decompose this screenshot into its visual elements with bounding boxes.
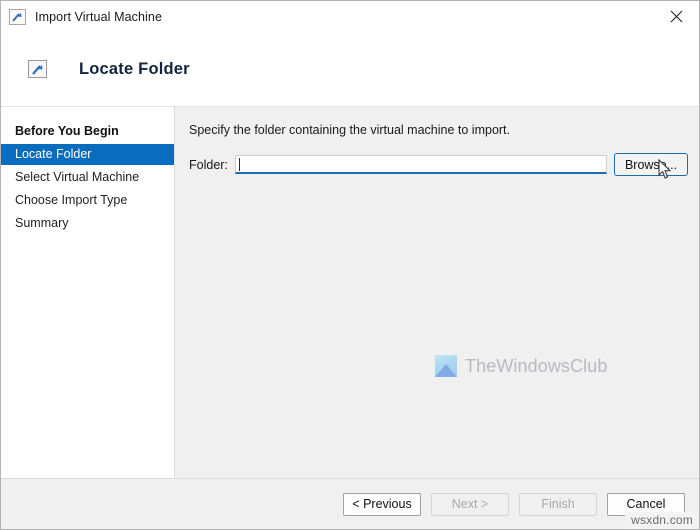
watermark-label: TheWindowsClub: [465, 355, 608, 376]
cancel-button[interactable]: Cancel: [607, 492, 685, 516]
sidebar-item-choose-import-type[interactable]: Choose Import Type: [1, 190, 174, 211]
close-glyph: [670, 10, 683, 23]
import-arrow-icon: [9, 8, 26, 25]
title-bar: Import Virtual Machine: [1, 1, 699, 32]
text-caret: [239, 158, 240, 171]
main-pane: Specify the folder containing the virtua…: [175, 107, 699, 478]
wizard-steps-sidebar: Before You Begin Locate Folder Select Vi…: [1, 107, 175, 478]
browse-button[interactable]: Browse...: [614, 153, 688, 176]
mountain-logo-icon: [435, 355, 457, 377]
sidebar-item-summary[interactable]: Summary: [1, 213, 174, 234]
folder-label: Folder:: [189, 157, 228, 172]
instruction-text: Specify the folder containing the virtua…: [189, 123, 511, 137]
import-virtual-machine-dialog: Import Virtual Machine Locate Folder Bef…: [0, 0, 700, 530]
window-title: Import Virtual Machine: [35, 9, 163, 24]
sidebar-item-before-you-begin[interactable]: Before You Begin: [1, 121, 174, 142]
sidebar-item-select-virtual-machine[interactable]: Select Virtual Machine: [1, 167, 174, 188]
dialog-body: Before You Begin Locate Folder Select Vi…: [1, 107, 699, 478]
import-arrow-icon-header: [28, 60, 47, 78]
folder-field-row: Folder: Browse...: [189, 153, 699, 176]
page-header: Locate Folder: [1, 32, 699, 107]
sidebar-item-locate-folder[interactable]: Locate Folder: [1, 144, 174, 165]
previous-button[interactable]: < Previous: [343, 492, 421, 516]
page-title: Locate Folder: [79, 59, 190, 78]
import-arrow-glyph-header: [32, 65, 43, 75]
finish-button: Finish: [519, 492, 597, 516]
close-icon[interactable]: [654, 1, 699, 32]
dialog-footer: < Previous Next > Finish Cancel wsxdn.co…: [1, 478, 699, 529]
folder-input[interactable]: [235, 155, 607, 174]
import-arrow-glyph: [12, 12, 22, 22]
browse-button-wrapper: Browse...: [614, 153, 688, 176]
next-button: Next >: [431, 492, 509, 516]
folder-input-wrapper: [235, 155, 607, 174]
site-logo-watermark: TheWindowsClub: [435, 355, 607, 377]
